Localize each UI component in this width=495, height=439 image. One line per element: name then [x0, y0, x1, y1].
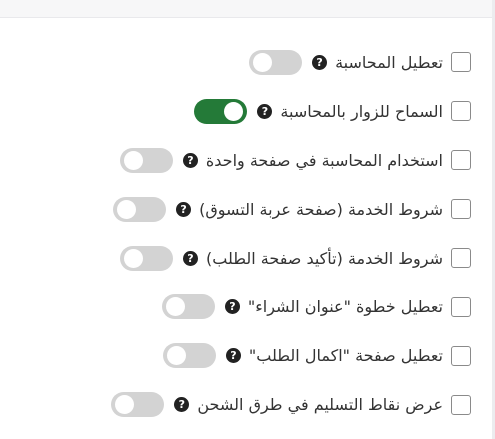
- option-label: شروط الخدمة (صفحة عربة التسوق): [199, 199, 443, 219]
- option-label: شروط الخدمة (تأكيد صفحة الطلب): [206, 248, 443, 268]
- option-row-disable-complete-order: تعطيل صفحة "اكمال الطلب" ?: [0, 331, 471, 380]
- option-label: السماح للزوار بالمحاسبة: [280, 101, 443, 121]
- toggle-knob: [224, 101, 244, 121]
- option-toggle[interactable]: [194, 98, 248, 124]
- toggle-knob: [115, 395, 135, 415]
- option-label: تعطيل صفحة "اكمال الطلب": [248, 346, 443, 366]
- toggle-knob: [117, 199, 137, 219]
- help-icon[interactable]: ?: [257, 103, 273, 119]
- option-label: عرض نقاط التسليم في طرق الشحن: [197, 395, 443, 415]
- option-checkbox[interactable]: [451, 101, 471, 122]
- toggle-knob: [165, 297, 185, 317]
- help-icon[interactable]: ?: [312, 54, 328, 70]
- option-row-disable-checkout: تعطيل المحاسبة ?: [0, 38, 471, 87]
- option-toggle[interactable]: [120, 245, 173, 271]
- option-row-guest-checkout: السماح للزوار بالمحاسبة ?: [0, 87, 471, 136]
- toggle-knob: [166, 346, 186, 366]
- help-icon[interactable]: ?: [183, 250, 198, 266]
- option-toggle[interactable]: [119, 147, 173, 173]
- option-checkbox[interactable]: [451, 150, 471, 171]
- option-label: تعطيل خطوة "عنوان الشراء": [247, 297, 443, 317]
- option-checkbox[interactable]: [451, 296, 471, 317]
- option-row-one-page-checkout: استخدام المحاسبة في صفحة واحدة ?: [0, 136, 471, 185]
- help-icon[interactable]: ?: [174, 397, 190, 413]
- option-row-pickup-points: عرض نقاط التسليم في طرق الشحن ?: [0, 380, 471, 429]
- option-row-disable-purchase-address: تعطيل خطوة "عنوان الشراء" ?: [0, 282, 471, 331]
- option-checkbox[interactable]: [451, 394, 471, 415]
- option-toggle[interactable]: [249, 49, 303, 75]
- option-checkbox[interactable]: [451, 345, 471, 366]
- toggle-knob: [123, 150, 143, 170]
- help-icon[interactable]: ?: [182, 152, 198, 168]
- help-icon[interactable]: ?: [176, 201, 192, 217]
- option-toggle[interactable]: [162, 343, 216, 369]
- toggle-knob: [253, 52, 273, 72]
- option-toggle[interactable]: [111, 392, 165, 418]
- option-row-terms-confirm: شروط الخدمة (تأكيد صفحة الطلب) ?: [0, 234, 471, 283]
- help-icon[interactable]: ?: [225, 348, 241, 364]
- option-checkbox[interactable]: [451, 52, 471, 73]
- top-strip: [0, 0, 495, 18]
- option-label: تعطيل المحاسبة: [335, 52, 443, 72]
- toggle-knob: [124, 248, 143, 268]
- option-label: استخدام المحاسبة في صفحة واحدة: [205, 150, 443, 170]
- option-checkbox[interactable]: [451, 199, 471, 220]
- option-checkbox[interactable]: [451, 248, 471, 268]
- help-icon[interactable]: ?: [224, 299, 240, 315]
- option-row-terms-cart: شروط الخدمة (صفحة عربة التسوق) ?: [0, 185, 471, 234]
- checkout-options-list: تعطيل المحاسبة ? السماح للزوار بالمحاسبة…: [0, 38, 471, 429]
- option-toggle[interactable]: [113, 196, 167, 222]
- option-toggle[interactable]: [161, 294, 215, 320]
